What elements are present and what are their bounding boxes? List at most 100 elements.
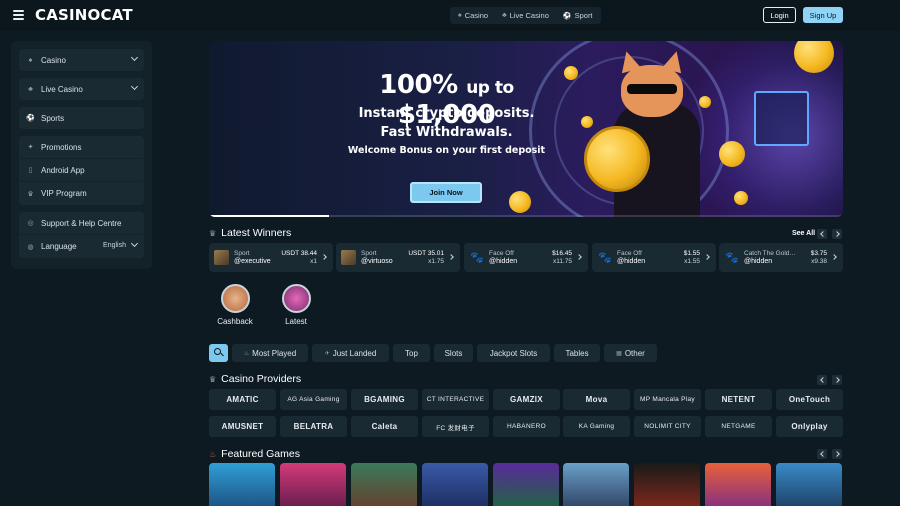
winner-card[interactable]: Sport @executive USDT 38.44 x1 [209, 243, 333, 272]
see-all-link[interactable]: See All [792, 230, 815, 237]
latest-shortcut[interactable]: Latest [271, 284, 321, 326]
sidebar-item-language[interactable]: ◍ Language English [19, 235, 144, 258]
game-tile[interactable] [563, 463, 629, 506]
winner-card[interactable]: 🐾 Face Off @hidden $16.45 x11.75 [464, 243, 588, 272]
coin-icon [699, 96, 711, 108]
sidebar-item-android-app[interactable]: ▯ Android App [19, 159, 144, 182]
filter-slots[interactable]: Slots [434, 344, 473, 362]
login-button[interactable]: Login [763, 7, 796, 23]
grid-icon: ▦ [616, 350, 622, 357]
nav-sport[interactable]: ⚽ Sport [560, 11, 596, 20]
paw-icon: 🐾 [598, 252, 612, 264]
sidebar-item-vip-program[interactable]: ♛ VIP Program [19, 182, 144, 205]
game-tile[interactable] [209, 463, 275, 506]
logo[interactable]: CASINOCAT [35, 6, 133, 24]
nav-live-casino[interactable]: ♣ Live Casino [499, 11, 552, 20]
live-casino-icon: ♣ [502, 12, 507, 19]
search-button[interactable] [209, 344, 228, 362]
filter-jackpot-slots[interactable]: Jackpot Slots [477, 344, 550, 362]
sunglasses [627, 84, 677, 94]
nav-casino[interactable]: ♠ Casino [455, 11, 491, 20]
game-tile[interactable] [280, 463, 346, 506]
top-nav: ♠ Casino ♣ Live Casino ⚽ Sport [450, 7, 601, 24]
game-tile[interactable] [493, 463, 559, 506]
signup-button[interactable]: Sign Up [803, 7, 843, 23]
chevron-down-icon [130, 53, 139, 62]
sidebar-item-support[interactable]: ◎ Support & Help Centre [19, 212, 144, 235]
filter-just-landed[interactable]: ✈ Just Landed [312, 344, 389, 362]
game-tile[interactable] [705, 463, 771, 506]
banner-bonus-text: Welcome Bonus on your first deposit [347, 145, 546, 156]
sidebar-group-extras: ✦ Promotions ▯ Android App ♛ VIP Program [19, 136, 144, 205]
provider-tile[interactable]: CT INTERACTIVE [422, 389, 489, 410]
winners-carousel-arrows [817, 229, 842, 239]
next-arrow-icon[interactable] [832, 229, 842, 239]
provider-tile[interactable]: BGAMING [351, 389, 418, 410]
provider-tile[interactable]: Mova [563, 389, 630, 410]
sidebar-item-promotions[interactable]: ✦ Promotions [19, 136, 144, 159]
provider-tile[interactable]: GAMZIX [493, 389, 560, 410]
provider-tile[interactable]: Caleta [351, 416, 418, 437]
provider-tile[interactable]: NETENT [705, 389, 772, 410]
provider-tile[interactable]: NETGAME [705, 416, 772, 437]
promo-banner[interactable]: 100% up to $1,000 Instant crypto deposit… [209, 41, 843, 217]
support-icon: ◎ [27, 220, 34, 227]
cashback-shortcut[interactable]: Cashback [210, 284, 260, 326]
filter-other[interactable]: ▦ Other [604, 344, 657, 362]
prev-arrow-icon[interactable] [817, 449, 827, 459]
sports-icon: ⚽ [26, 115, 35, 122]
game-tile[interactable] [776, 463, 842, 506]
provider-tile[interactable]: OneTouch [776, 389, 843, 410]
filter-tables[interactable]: Tables [554, 344, 600, 362]
chevron-right-icon [704, 254, 710, 260]
coin-icon [509, 191, 531, 213]
winner-card[interactable]: 🐾 Face Off @hidden $1.55 x1.55 [592, 243, 716, 272]
banner-progress-fill [209, 215, 330, 217]
globe-icon: ◍ [27, 243, 34, 251]
game-tile[interactable] [351, 463, 417, 506]
chevron-down-icon [130, 82, 139, 91]
provider-tile[interactable]: KA Gaming [563, 416, 630, 437]
sidebar-item-casino[interactable]: ♠ Casino [19, 49, 144, 71]
sidebar-item-sports[interactable]: ⚽ Sports [19, 107, 144, 129]
game-tile[interactable] [422, 463, 488, 506]
sport-icon: ⚽ [562, 12, 572, 20]
provider-tile[interactable]: FC 发财电子 [422, 416, 489, 437]
provider-tile[interactable]: HABANERO [493, 416, 560, 437]
casino-icon: ♠ [458, 12, 462, 19]
game-tile[interactable] [634, 463, 700, 506]
next-arrow-icon[interactable] [832, 449, 842, 459]
chevron-right-icon [321, 254, 327, 260]
provider-tile[interactable]: MP Mancala Play [634, 389, 701, 410]
provider-tile[interactable]: AMUSNET [209, 416, 276, 437]
filter-top[interactable]: Top [393, 344, 430, 362]
menu-icon[interactable] [13, 10, 24, 20]
prev-arrow-icon[interactable] [817, 229, 827, 239]
next-arrow-icon[interactable] [832, 375, 842, 385]
filter-most-played[interactable]: ♨ Most Played [232, 344, 308, 362]
coin-icon [581, 116, 593, 128]
promotions-icon: ✦ [27, 144, 34, 151]
crown-icon: ♛ [27, 190, 34, 198]
join-now-button[interactable]: Join Now [410, 182, 482, 203]
featured-games-heading: ♨ Featured Games [209, 448, 300, 460]
fire-icon: ♨ [209, 449, 217, 459]
cashback-avatar [220, 284, 250, 313]
provider-tile[interactable]: BELATRA [280, 416, 347, 437]
provider-tile[interactable]: AMATIC [209, 389, 276, 410]
paw-icon: 🐾 [470, 252, 484, 264]
casino-providers-heading: ♛ Casino Providers [209, 373, 302, 385]
coin-icon [734, 191, 748, 205]
provider-tile[interactable]: Onlyplay [776, 416, 843, 437]
featured-carousel-arrows [817, 449, 842, 459]
sidebar: ♠ Casino ♣ Live Casino ⚽ Sports ✦ Promotions… [11, 41, 152, 269]
winner-card[interactable]: Sport @virtuoso USDT 35.01 x1.75 [336, 243, 460, 272]
provider-tile[interactable]: AG Asia Gaming [280, 389, 347, 410]
winner-card[interactable]: 🐾 Catch The Gold… @hidden $3.75 x9.38 [719, 243, 843, 272]
sidebar-item-live-casino[interactable]: ♣ Live Casino [19, 78, 144, 100]
fire-icon: ♨ [243, 350, 250, 357]
providers-carousel-arrows [817, 375, 842, 385]
provider-tile[interactable]: NOLIMIT CITY [634, 416, 701, 437]
game-thumbnail [214, 250, 229, 265]
prev-arrow-icon[interactable] [817, 375, 827, 385]
